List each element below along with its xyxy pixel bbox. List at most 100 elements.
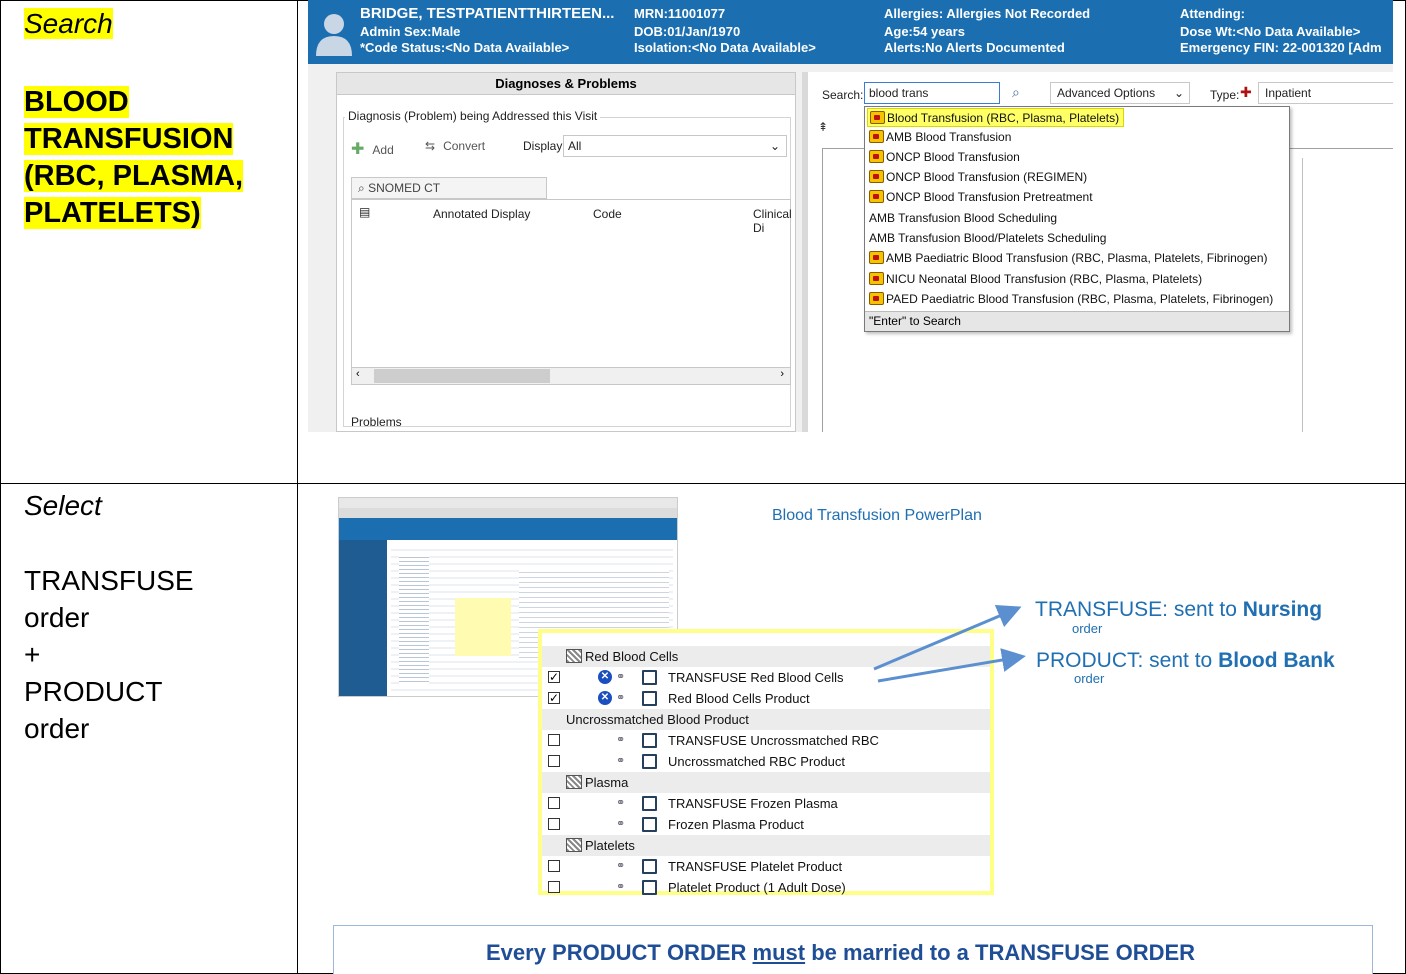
attending: Attending:: [1180, 6, 1245, 21]
col-annotated-display[interactable]: Annotated Display: [433, 207, 530, 221]
order-checkbox[interactable]: [548, 797, 560, 809]
link-icon: ⚭: [616, 818, 626, 830]
powerplan-icon: [869, 130, 884, 143]
order-checkbox[interactable]: [548, 755, 560, 767]
order-icon: [642, 796, 657, 811]
result-item[interactable]: AMB Transfusion Blood Scheduling: [869, 209, 1057, 228]
remove-icon[interactable]: ✕: [598, 691, 612, 705]
convert-icon: ⇆: [425, 139, 436, 153]
isolation: Isolation:<No Data Available>: [634, 40, 816, 55]
alerts: Alerts:No Alerts Documented: [884, 40, 1065, 55]
display-select[interactable]: All ⌄: [563, 135, 787, 157]
result-item[interactable]: AMB Paediatric Blood Transfusion (RBC, P…: [869, 249, 1268, 268]
result-item[interactable]: ONCP Blood Transfusion Pretreatment: [869, 188, 1093, 207]
up-arrow-icon[interactable]: ⇞: [818, 120, 828, 134]
col-clinical[interactable]: Clinical Di: [753, 207, 795, 235]
result-item[interactable]: ONCP Blood Transfusion (REGIMEN): [869, 168, 1087, 187]
display-label: Display:: [523, 139, 566, 153]
patient-name[interactable]: BRIDGE, TESTPATIENTTHIRTEEN...: [360, 6, 614, 22]
convert-button[interactable]: ⇆ Convert: [425, 139, 485, 153]
powerplan-icon: [869, 170, 884, 183]
order-row[interactable]: ⚭ TRANSFUSE Frozen Plasma: [542, 793, 990, 814]
transfuse-callout: TRANSFUSE: sent to Nursing: [1035, 598, 1323, 621]
inpatient-icon: ✚: [1240, 84, 1252, 100]
fin-number: Emergency FIN: 22-001320 [Adm: [1180, 40, 1382, 55]
powerplan-icon: [869, 292, 884, 305]
order-row[interactable]: ⚭ TRANSFUSE Platelet Product: [542, 856, 990, 877]
order-row[interactable]: ⚭ Uncrossmatched RBC Product: [542, 751, 990, 772]
powerplan-icon: [869, 190, 884, 203]
step-label-search: Search: [24, 8, 113, 39]
search-input[interactable]: blood trans: [864, 82, 1000, 104]
remove-icon[interactable]: ✕: [598, 670, 612, 684]
group-header: Plasma: [542, 772, 990, 793]
orderset-icon: [566, 775, 582, 789]
powerplan-icon: [869, 272, 884, 285]
link-icon: ⚭: [616, 692, 626, 704]
order-row[interactable]: ⚭ TRANSFUSE Uncrossmatched RBC: [542, 730, 990, 751]
order-checkbox[interactable]: [548, 818, 560, 830]
admin-sex: Admin Sex:Male: [360, 24, 461, 39]
order-row[interactable]: ⚭ Platelet Product (1 Adult Dose): [542, 877, 990, 898]
plus-icon: ✚: [351, 141, 365, 158]
annotate-icon[interactable]: ▤: [359, 205, 370, 219]
code-status: *Code Status:<No Data Available>: [360, 40, 570, 55]
add-button[interactable]: ✚ Add: [351, 139, 394, 159]
result-item[interactable]: AMB Transfusion Blood/Platelets Scheduli…: [869, 229, 1106, 248]
order-checkbox[interactable]: [548, 688, 560, 709]
order-checkbox[interactable]: [548, 734, 560, 746]
powerplan-icon: [869, 251, 884, 264]
order-row[interactable]: ⚭ Frozen Plasma Product: [542, 814, 990, 835]
search-icon[interactable]: ⌕: [1012, 84, 1020, 101]
search-screenshot: BRIDGE, TESTPATIENTTHIRTEEN... Admin Sex…: [308, 0, 1393, 432]
link-icon: ⚭: [616, 881, 626, 893]
order-icon: [642, 859, 657, 874]
diagnosis-table: [351, 199, 791, 385]
horizontal-scrollbar[interactable]: ‹ ›: [351, 367, 791, 385]
patient-avatar-icon: [316, 14, 352, 56]
result-item[interactable]: NICU Neonatal Blood Transfusion (RBC, Pl…: [869, 270, 1202, 289]
enter-to-search-hint[interactable]: "Enter" to Search: [865, 311, 1289, 331]
advanced-options-select[interactable]: Advanced Options ⌄: [1050, 82, 1190, 104]
orderset-icon: [566, 649, 582, 663]
link-icon: ⚭: [616, 797, 626, 809]
result-item[interactable]: AMB Blood Transfusion: [869, 128, 1011, 147]
order-icon: [642, 733, 657, 748]
dose-weight: Dose Wt:<No Data Available>: [1180, 24, 1361, 39]
order-checkbox[interactable]: [548, 667, 560, 688]
link-icon: ⚭: [616, 671, 626, 683]
order-checkbox[interactable]: [548, 881, 560, 893]
group-header: Uncrossmatched Blood Product: [542, 709, 990, 730]
result-item[interactable]: ONCP Blood Transfusion: [869, 148, 1020, 167]
search-term: BLOOD TRANSFUSION (RBC, PLASMA, PLATELET…: [24, 86, 244, 229]
step-label-select: Select: [24, 490, 102, 521]
order-icon: [642, 817, 657, 832]
order-icon: [642, 880, 657, 895]
table-row-divider: [0, 483, 1406, 484]
search-results-dropdown: Blood Transfusion (RBC, Plasma, Platelet…: [864, 106, 1290, 332]
order-row[interactable]: ✕⚭Red Blood Cells Product: [542, 688, 990, 709]
link-icon: ⚭: [616, 755, 626, 767]
result-item[interactable]: PAED Paediatric Blood Transfusion (RBC, …: [869, 290, 1273, 309]
type-label: Type:: [1210, 88, 1240, 102]
col-code[interactable]: Code: [593, 207, 622, 221]
order-checkbox[interactable]: [548, 860, 560, 872]
problems-label: Problems: [351, 415, 402, 429]
transfuse-order-sub: order: [1072, 621, 1103, 636]
order-icon: [642, 691, 657, 706]
callout-arrows: [873, 604, 1026, 683]
link-icon: ⚭: [616, 860, 626, 872]
dob: DOB:01/Jan/1970: [634, 24, 741, 39]
snomed-tab[interactable]: ⌕ SNOMED CT: [351, 177, 547, 199]
footer-banner: Every PRODUCT ORDER must be married to a…: [333, 925, 1373, 974]
search-icon: ⌕: [358, 181, 365, 195]
age: Age:54 years: [884, 24, 965, 39]
patient-banner: BRIDGE, TESTPATIENTTHIRTEEN... Admin Sex…: [308, 0, 1393, 64]
group-header: Platelets: [542, 835, 990, 856]
chevron-down-icon: ⌄: [769, 139, 780, 153]
type-select[interactable]: Inpatient: [1258, 82, 1393, 104]
product-callout: PRODUCT: sent to Blood Bank: [1036, 649, 1335, 672]
mrn: MRN:11001077: [634, 6, 726, 21]
result-item[interactable]: Blood Transfusion (RBC, Plasma, Platelet…: [867, 108, 1125, 127]
powerplan-icon: [869, 150, 884, 163]
